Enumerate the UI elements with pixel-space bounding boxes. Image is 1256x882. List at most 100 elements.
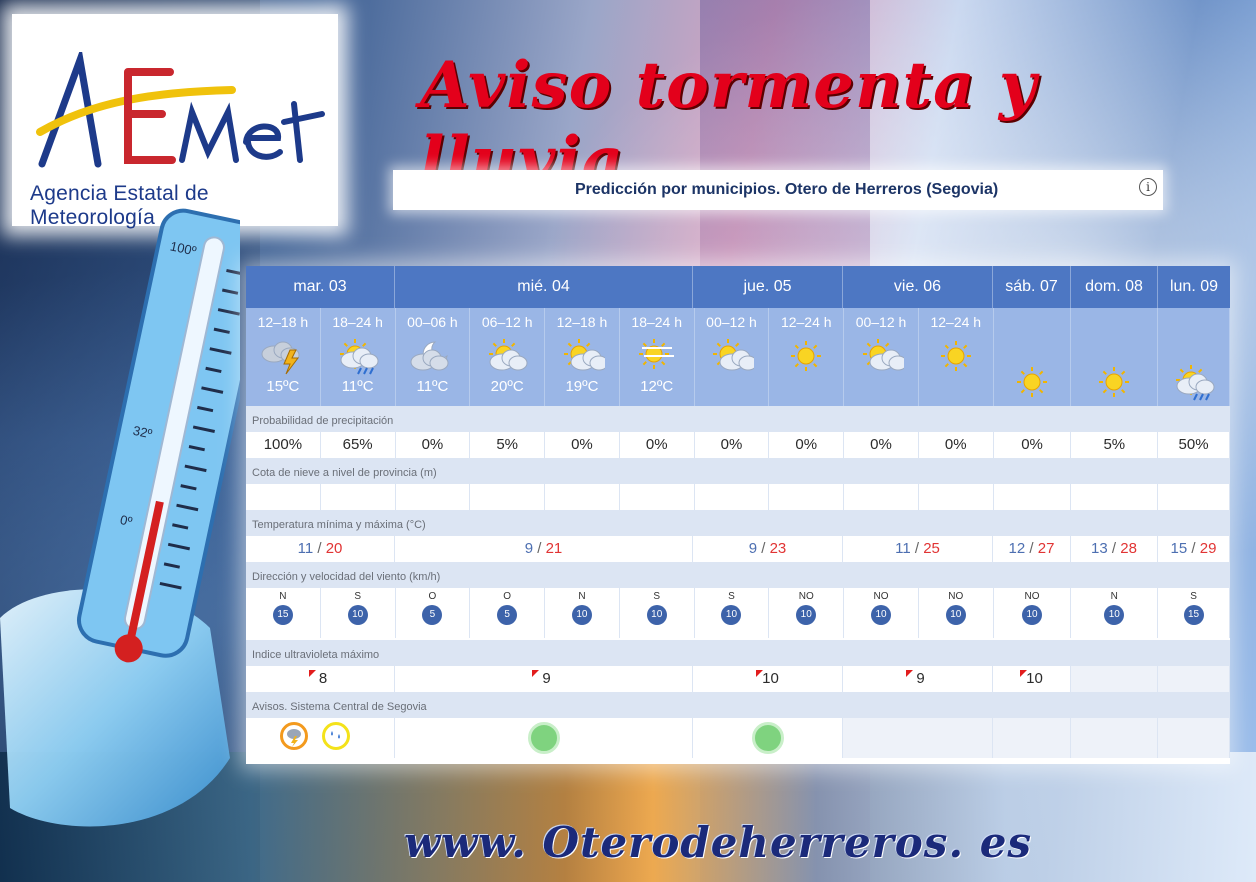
temp-min-max: 11 / 20 bbox=[246, 536, 395, 562]
temp-max: 20 bbox=[325, 540, 343, 557]
snow-value bbox=[620, 484, 695, 510]
uv-value: 10 bbox=[693, 666, 843, 692]
aviso-cell[interactable] bbox=[693, 718, 843, 758]
snow-value bbox=[396, 484, 471, 510]
period-cell[interactable]: 06–12 h 20ºC bbox=[470, 308, 546, 406]
no-warning-icon[interactable] bbox=[528, 722, 560, 754]
temp-separator: / bbox=[1107, 540, 1121, 557]
rain-warning-icon[interactable] bbox=[322, 722, 350, 750]
sun-icon bbox=[933, 336, 979, 376]
aviso-cell[interactable] bbox=[246, 718, 395, 758]
aviso-cell[interactable] bbox=[1071, 718, 1158, 758]
period-cell[interactable]: 00–06 h 11ºC bbox=[395, 308, 471, 406]
precip-value: 5% bbox=[470, 432, 546, 458]
aemet-logo-mark bbox=[36, 52, 325, 168]
no-warning-icon[interactable] bbox=[752, 722, 784, 754]
period-temp: 15ºC bbox=[266, 378, 300, 395]
sun-small-cloud-icon bbox=[559, 336, 609, 376]
wind-direction: NO bbox=[873, 591, 889, 602]
period-cell[interactable]: 18–24 h 11ºC bbox=[320, 308, 396, 406]
temp-separator: / bbox=[910, 540, 924, 557]
uv-row: 8 9 10 9 10 bbox=[246, 666, 1230, 692]
wind-speed: 5 bbox=[497, 605, 518, 625]
temp-min-max: 13 / 28 bbox=[1071, 536, 1158, 562]
uv-flag-icon bbox=[1020, 670, 1027, 677]
temp-min: 13 bbox=[1091, 540, 1108, 557]
period-hours: 12–18 h bbox=[257, 314, 309, 330]
wind-speed: 15 bbox=[272, 605, 293, 625]
precip-value: 0% bbox=[994, 432, 1072, 458]
period-cell[interactable] bbox=[1071, 308, 1159, 406]
section-wind: Dirección y velocidad del viento (km/h) bbox=[246, 562, 1230, 588]
precip-row: 100% 65% 0% 5% 0% 0% 0% 0% 0% 0% 0% 5% 50% bbox=[246, 432, 1230, 458]
wind-speed: 10 bbox=[945, 605, 966, 625]
period-cell[interactable]: 12–18 h 19ºC bbox=[545, 308, 620, 406]
period-cell[interactable]: 12–24 h bbox=[769, 308, 845, 406]
wind-cell: N 10 bbox=[1071, 588, 1159, 638]
moon-cloud-icon bbox=[409, 336, 455, 376]
period-cell[interactable]: 12–18 h 15ºC bbox=[246, 308, 321, 406]
sun-icon bbox=[1009, 362, 1055, 402]
info-icon[interactable]: i bbox=[1139, 178, 1157, 196]
day-header: mar. 03 bbox=[246, 266, 395, 308]
sun-cloud-rain-icon bbox=[335, 336, 381, 376]
aviso-cell[interactable] bbox=[843, 718, 993, 758]
wind-cell: O5 bbox=[396, 588, 471, 638]
period-hours: 12–24 h bbox=[780, 314, 832, 330]
sun-haze-icon bbox=[634, 336, 680, 376]
snow-value bbox=[769, 484, 845, 510]
period-cell[interactable] bbox=[993, 308, 1072, 406]
wind-direction: O bbox=[428, 591, 437, 602]
aviso-cell[interactable] bbox=[993, 718, 1071, 758]
snow-row bbox=[246, 484, 1230, 510]
wind-cell: O5 bbox=[470, 588, 546, 638]
temp-separator: / bbox=[757, 540, 770, 557]
wind-speed: 10 bbox=[871, 605, 891, 625]
aemet-logo[interactable]: Agencia Estatal de Meteorología bbox=[12, 14, 338, 229]
aviso-cell[interactable] bbox=[395, 718, 693, 758]
temp-separator: / bbox=[313, 540, 326, 557]
wind-direction: NO bbox=[798, 591, 814, 602]
wind-cell: S 10 bbox=[620, 588, 695, 638]
precip-value: 0% bbox=[545, 432, 620, 458]
uv-value: 9 bbox=[395, 666, 693, 692]
wind-cell: NO 10 bbox=[769, 588, 845, 638]
period-cell[interactable]: 18–24 h 12ºC bbox=[619, 308, 695, 406]
wind-cell: S 15 bbox=[1158, 588, 1230, 638]
period-hours: 12–24 h bbox=[930, 314, 982, 330]
period-cell[interactable] bbox=[1158, 308, 1230, 406]
section-snow: Cota de nieve a nivel de provincia (m) bbox=[246, 458, 1230, 484]
uv-value: 9 bbox=[843, 666, 993, 692]
wind-direction: NO bbox=[1024, 591, 1040, 602]
uv-number: 10 bbox=[1026, 670, 1043, 687]
uv-flag-icon bbox=[308, 670, 316, 677]
sun-small-cloud-icon bbox=[858, 336, 908, 376]
uv-number: 10 bbox=[762, 670, 779, 687]
wind-direction: S bbox=[1190, 591, 1197, 602]
uv-number: 8 bbox=[318, 670, 328, 687]
period-hours: 18–24 h bbox=[332, 314, 383, 330]
aviso-cell[interactable] bbox=[1158, 718, 1230, 758]
period-cell[interactable]: 12–24 h bbox=[918, 308, 994, 406]
snow-value bbox=[919, 484, 994, 510]
period-cell[interactable]: 00–12 h bbox=[844, 308, 919, 406]
storm-warning-icon[interactable] bbox=[280, 722, 308, 750]
wind-cell: N 10 bbox=[545, 588, 620, 638]
period-hours bbox=[1071, 314, 1157, 332]
wind-cell: S 10 bbox=[321, 588, 396, 638]
wind-cell: S 10 bbox=[695, 588, 770, 638]
temp-min-max: 11 / 25 bbox=[843, 536, 993, 562]
website-footer[interactable]: www. Oterodeherreros. es bbox=[404, 818, 1032, 867]
wind-row: N 15 S 10 O 5 O 5 N 10 S 10 S 10 NO 10 NO 10 NO 10 NO 10 N 10 S 1… bbox=[246, 588, 1230, 640]
period-cell[interactable]: 00–12 h bbox=[694, 308, 770, 406]
period-temp: 12ºC bbox=[640, 378, 674, 395]
wind-speed: 15 bbox=[1183, 605, 1204, 625]
uv-value: 10 bbox=[993, 666, 1071, 692]
period-temp: 19ºC bbox=[565, 378, 599, 395]
temp-min: 9 bbox=[748, 540, 758, 557]
day-header: jue. 05 bbox=[693, 266, 843, 308]
snow-value bbox=[545, 484, 620, 510]
precip-value: 0% bbox=[620, 432, 695, 458]
temp-separator: / bbox=[533, 540, 546, 557]
wind-direction: O bbox=[503, 591, 512, 602]
